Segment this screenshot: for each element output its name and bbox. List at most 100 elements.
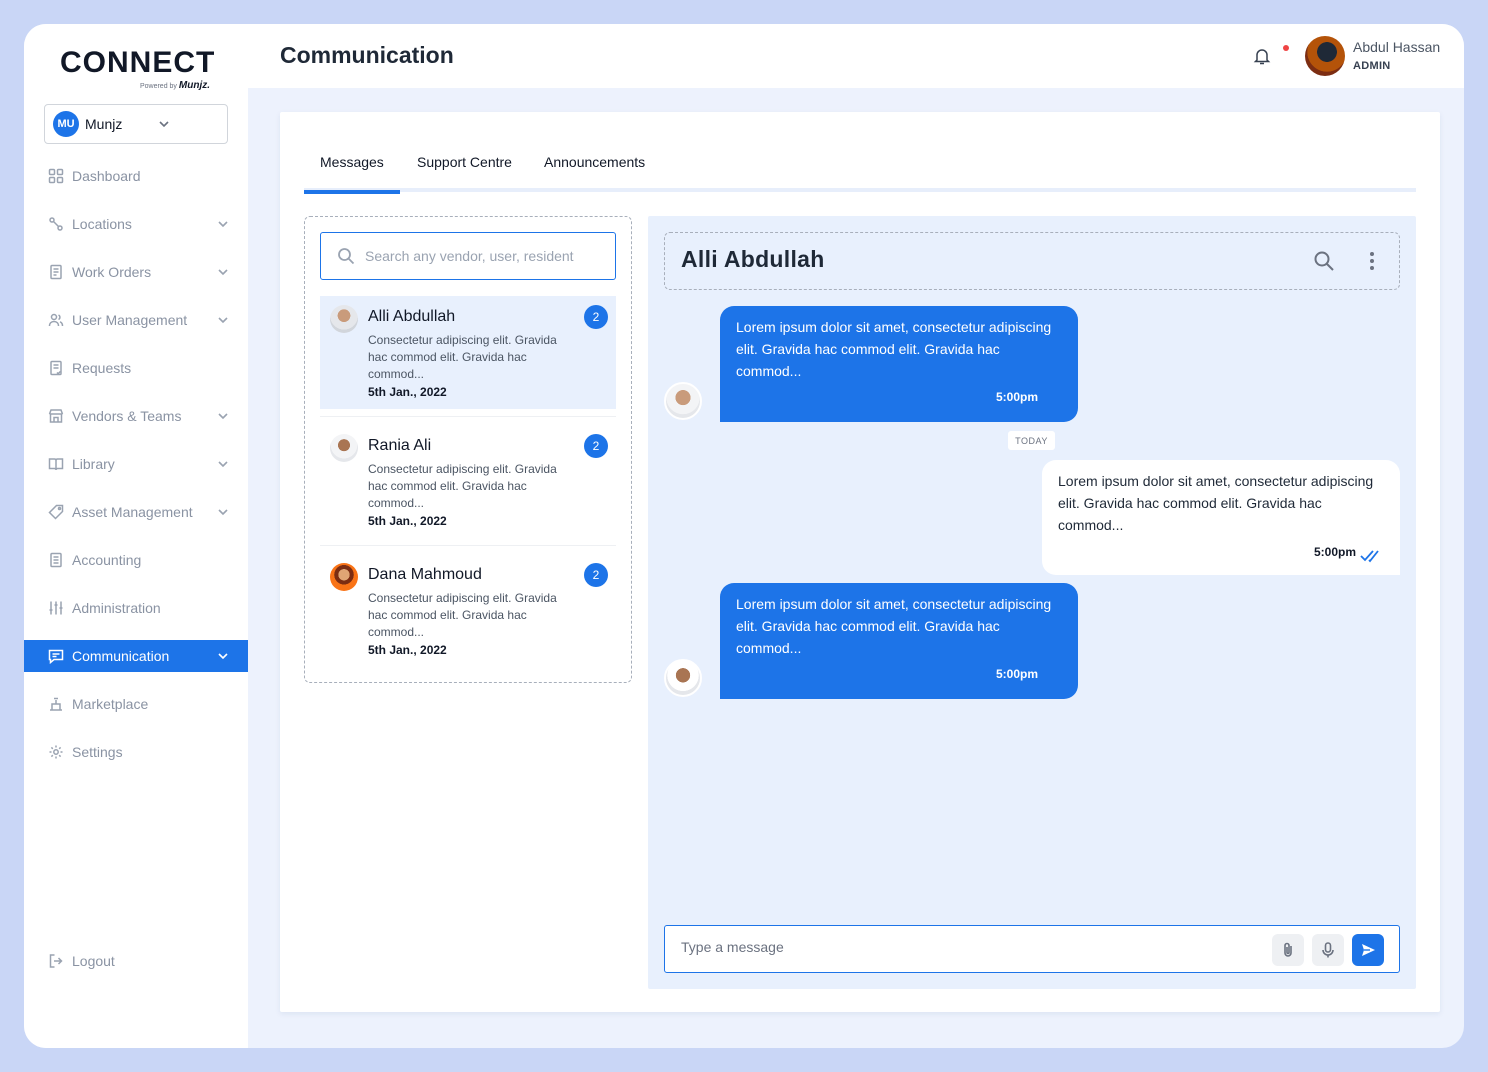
- paperclip-icon: [1284, 942, 1292, 957]
- sidebar-item-library[interactable]: Library: [24, 448, 248, 480]
- sender-avatar: [664, 659, 702, 697]
- contact-name: Rania Ali: [368, 437, 432, 454]
- contact-preview: Consectetur adipiscing elit. Gravida hac…: [368, 333, 557, 381]
- page-title: Communication: [280, 42, 454, 68]
- sidebar-item-asset-management[interactable]: Asset Management: [24, 496, 248, 528]
- store-icon: [48, 409, 64, 423]
- message-text: Lorem ipsum dolor sit amet, consectetur …: [1058, 473, 1374, 533]
- tab-messages[interactable]: Messages: [304, 154, 400, 194]
- contact-avatar: [330, 305, 358, 333]
- communication-card: Messages Support Centre Announcements Al…: [280, 112, 1440, 1012]
- organization-select[interactable]: MU Munjz: [44, 104, 228, 144]
- sidebar-item-requests[interactable]: Requests: [24, 352, 248, 384]
- chevron-down-icon: [218, 653, 228, 660]
- conversation-list: Alli Abdullah Consectetur adipiscing eli…: [304, 216, 632, 683]
- sender-avatar: [664, 382, 702, 420]
- search-icon[interactable]: [1313, 250, 1335, 272]
- message-time: 5:00pm: [995, 390, 1038, 404]
- logout-icon: [49, 954, 63, 968]
- message-text: Lorem ipsum dolor sit amet, consectetur …: [736, 319, 1052, 379]
- conversation-item[interactable]: Dana Mahmoud Consectetur adipiscing elit…: [320, 554, 616, 667]
- sidebar-item-label: Communication: [72, 648, 170, 664]
- users-icon: [48, 313, 64, 327]
- sidebar-item-work-orders[interactable]: Work Orders: [24, 256, 248, 288]
- attach-button[interactable]: [1272, 934, 1304, 966]
- grid-icon: [48, 168, 64, 184]
- user-avatar[interactable]: [1305, 36, 1345, 76]
- sliders-icon: [49, 601, 63, 615]
- sidebar-item-label: Administration: [72, 600, 161, 616]
- logout-label: Logout: [72, 953, 115, 969]
- book-icon: [48, 458, 64, 471]
- divider: [320, 545, 616, 546]
- bell-icon[interactable]: [1252, 46, 1272, 66]
- divider: [320, 416, 616, 417]
- connect-logo[interactable]: CONNECT Powered by Munjz.: [60, 46, 220, 94]
- search-icon: [338, 248, 355, 265]
- top-header: Communication Abdul Hassan ADMIN: [248, 24, 1464, 88]
- send-button[interactable]: [1352, 934, 1384, 966]
- sidebar-nav: Dashboard Locations Work Orders User Man…: [24, 160, 248, 784]
- tab-support-centre[interactable]: Support Centre: [417, 154, 512, 170]
- contact-preview: Consectetur adipiscing elit. Gravida hac…: [368, 462, 557, 510]
- unread-badge: 2: [584, 563, 608, 587]
- contact-date: 5th Jan., 2022: [368, 385, 447, 399]
- sidebar-item-label: Vendors & Teams: [72, 408, 182, 424]
- logo-text: CONNECT: [60, 46, 216, 79]
- message-time: 5:00pm: [995, 667, 1038, 681]
- sidebar-item-settings[interactable]: Settings: [24, 736, 248, 768]
- double-check-icon: [1360, 550, 1379, 563]
- sidebar-item-dashboard[interactable]: Dashboard: [24, 160, 248, 192]
- conversation-item[interactable]: Rania Ali Consectetur adipiscing elit. G…: [320, 425, 616, 538]
- sidebar-item-communication[interactable]: Communication: [24, 640, 248, 672]
- chevron-down-icon: [218, 509, 228, 516]
- contact-avatar: [330, 563, 358, 591]
- logout-button[interactable]: Logout: [24, 945, 248, 977]
- search-box[interactable]: [320, 232, 616, 280]
- unread-badge: 2: [584, 434, 608, 458]
- sidebar-item-vendors-teams[interactable]: Vendors & Teams: [24, 400, 248, 432]
- chat-header: Alli Abdullah: [664, 232, 1400, 290]
- chat-title: Alli Abdullah: [681, 246, 825, 272]
- chevron-down-icon: [218, 413, 228, 420]
- tab-bar: Messages Support Centre Announcements: [304, 142, 1416, 194]
- chevron-down-icon: [218, 317, 228, 324]
- org-name: Munjz: [85, 116, 123, 132]
- message-text: Lorem ipsum dolor sit amet, consectetur …: [736, 596, 1052, 656]
- clipboard-icon: [50, 360, 62, 376]
- sidebar-item-locations[interactable]: Locations: [24, 208, 248, 240]
- sidebar-item-label: Work Orders: [72, 264, 152, 280]
- sidebar-item-label: Settings: [72, 744, 123, 760]
- message-input[interactable]: [681, 939, 1241, 955]
- message-bubble-incoming: Lorem ipsum dolor sit amet, consectetur …: [720, 583, 1078, 699]
- contact-preview: Consectetur adipiscing elit. Gravida hac…: [368, 591, 557, 639]
- sidebar-item-administration[interactable]: Administration: [24, 592, 248, 624]
- sidebar-item-label: Library: [72, 456, 115, 472]
- sidebar-item-accounting[interactable]: Accounting: [24, 544, 248, 576]
- microphone-icon: [1322, 942, 1334, 958]
- ledger-icon: [50, 552, 62, 568]
- contact-date: 5th Jan., 2022: [368, 643, 447, 657]
- tab-announcements[interactable]: Announcements: [544, 154, 645, 170]
- sidebar-item-label: Dashboard: [72, 168, 141, 184]
- sidebar-item-label: Asset Management: [72, 504, 193, 520]
- contact-date: 5th Jan., 2022: [368, 514, 447, 528]
- search-input[interactable]: [365, 248, 605, 264]
- voice-button[interactable]: [1312, 934, 1344, 966]
- app-window: CONNECT Powered by Munjz. MU Munjz Dashb…: [24, 24, 1464, 1048]
- conversation-item[interactable]: Alli Abdullah Consectetur adipiscing eli…: [320, 296, 616, 409]
- contact-name: Dana Mahmoud: [368, 566, 482, 583]
- sidebar-item-user-management[interactable]: User Management: [24, 304, 248, 336]
- document-icon: [50, 264, 62, 280]
- message-bubble-incoming: Lorem ipsum dolor sit amet, consectetur …: [720, 306, 1078, 422]
- chat-icon: [48, 649, 64, 664]
- message-composer: [664, 925, 1400, 973]
- sidebar-item-marketplace[interactable]: Marketplace: [24, 688, 248, 720]
- chevron-down-icon: [159, 121, 169, 128]
- user-name[interactable]: Abdul Hassan: [1353, 39, 1440, 55]
- tag-icon: [48, 504, 64, 520]
- more-vertical-icon[interactable]: [1368, 250, 1376, 272]
- sidebar-item-label: Locations: [72, 216, 132, 232]
- contact-name: Alli Abdullah: [368, 308, 456, 325]
- chevron-down-icon: [218, 221, 228, 228]
